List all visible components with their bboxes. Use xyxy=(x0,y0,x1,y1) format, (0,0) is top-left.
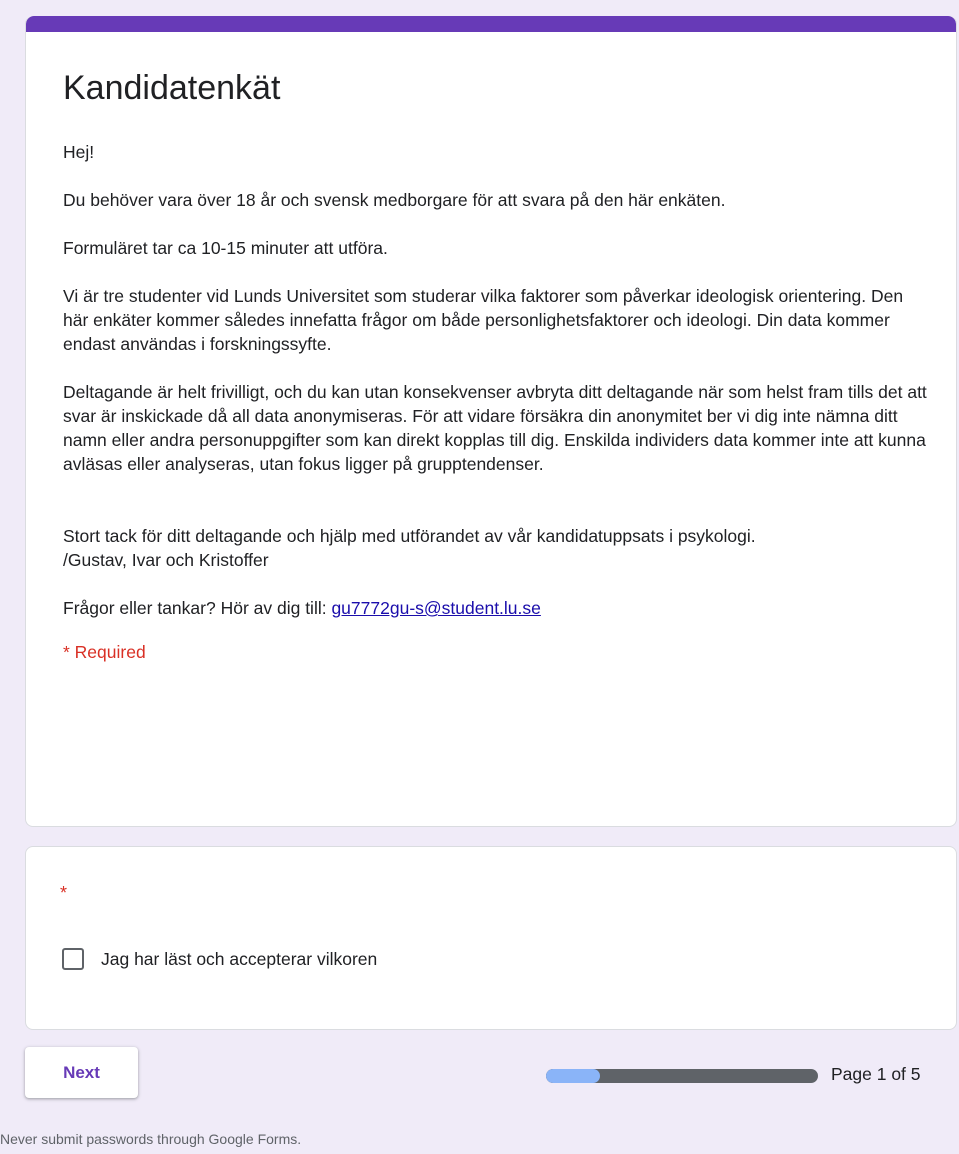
progress-bar xyxy=(546,1069,818,1083)
accept-terms-option[interactable]: Jag har läst och accepterar vilkoren xyxy=(62,948,377,970)
description-purpose: Vi är tre studenter vid Lunds Universite… xyxy=(63,286,904,354)
next-button[interactable]: Next xyxy=(25,1047,138,1098)
question-card: * Jag har läst och accepterar vilkoren xyxy=(25,846,957,1030)
description-eligibility: Du behöver vara över 18 år och svensk me… xyxy=(63,190,726,210)
form-description: Hej! Du behöver vara över 18 år och sven… xyxy=(63,140,933,664)
description-thanks: Stort tack för ditt deltagande och hjälp… xyxy=(63,524,933,572)
description-duration: Formuläret tar ca 10-15 minuter att utfö… xyxy=(63,238,388,258)
accept-terms-checkbox[interactable] xyxy=(62,948,84,970)
required-note: * Required xyxy=(63,642,146,662)
footer-password-warning: Never submit passwords through Google Fo… xyxy=(0,1131,302,1147)
required-asterisk: * xyxy=(60,883,68,903)
description-consent: Deltagande är helt frivilligt, och du ka… xyxy=(63,382,927,474)
description-greeting: Hej! xyxy=(63,142,95,162)
form-title: Kandidatenkät xyxy=(63,69,281,107)
form-accent-bar xyxy=(26,16,956,32)
accept-terms-label[interactable]: Jag har läst och accepterar vilkoren xyxy=(101,949,377,970)
page-indicator: Page 1 of 5 xyxy=(831,1064,921,1084)
contact-email-link[interactable]: gu7772gu-s@student.lu.se xyxy=(331,598,540,618)
description-contact: Frågor eller tankar? Hör av dig till: gu… xyxy=(63,596,933,620)
progress-bar-fill xyxy=(546,1069,601,1083)
signature-line: /Gustav, Ivar och Kristoffer xyxy=(63,550,269,570)
form-header-card: Kandidatenkät Hej! Du behöver vara över … xyxy=(25,16,957,827)
contact-prefix: Frågor eller tankar? Hör av dig till: xyxy=(63,598,332,618)
thanks-line: Stort tack för ditt deltagande och hjälp… xyxy=(63,526,756,546)
